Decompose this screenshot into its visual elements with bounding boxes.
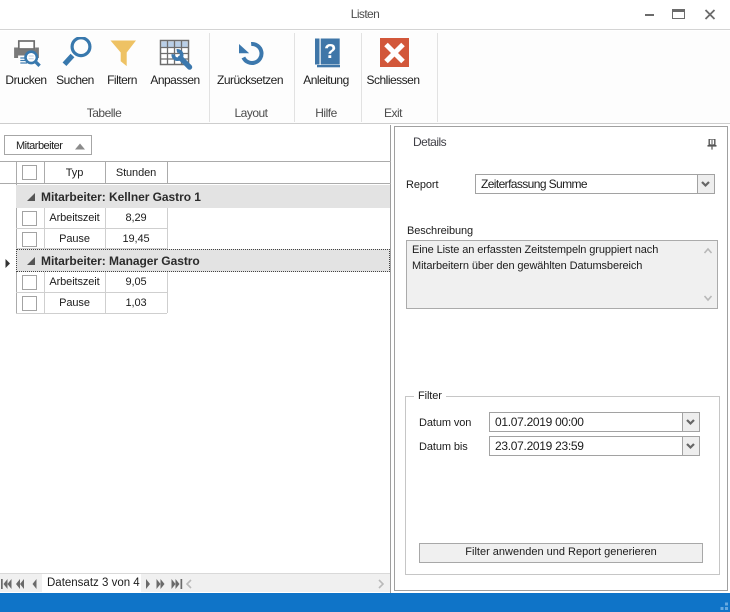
svg-text:?: ? — [324, 41, 336, 63]
